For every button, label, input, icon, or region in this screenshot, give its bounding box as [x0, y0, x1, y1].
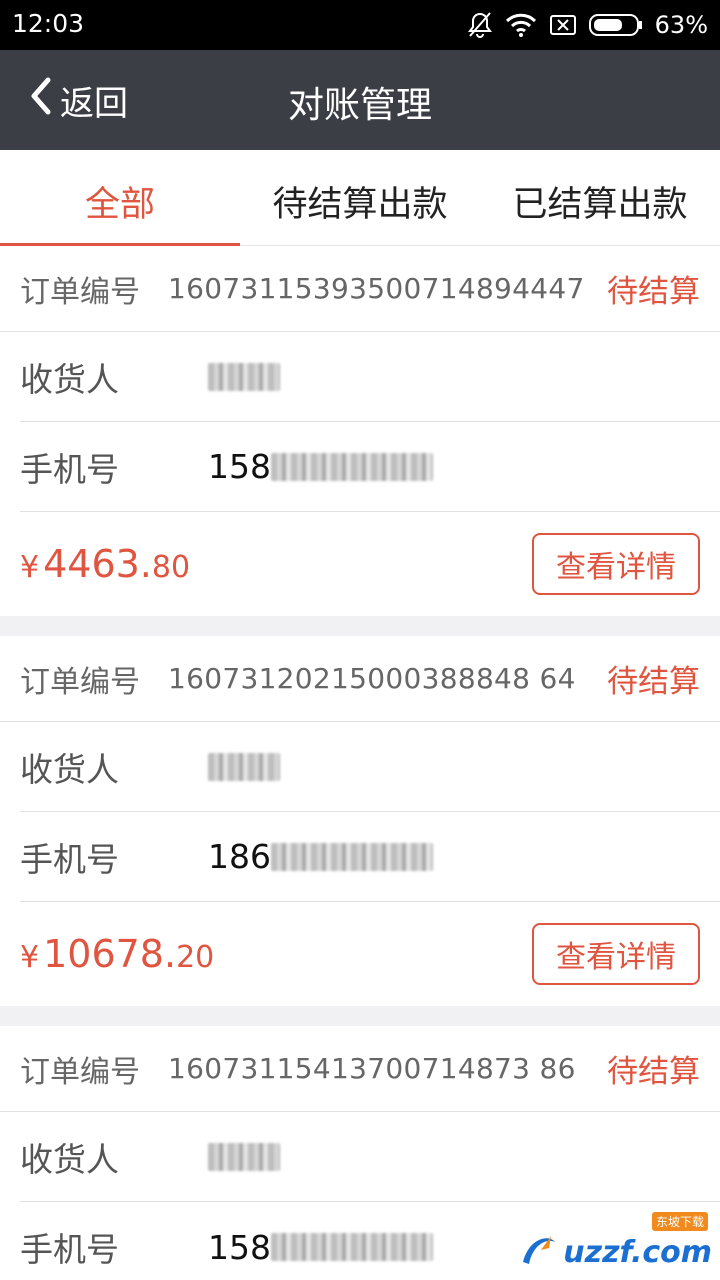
- phone-label: 手机号: [20, 839, 119, 879]
- phone-prefix: 158: [208, 1227, 271, 1267]
- amount-decimal: 80: [151, 550, 191, 585]
- watermark-text: uzzf.com: [563, 1234, 712, 1270]
- amount-decimal: 20: [176, 940, 215, 975]
- tab-all[interactable]: 全部: [0, 150, 240, 246]
- order-no-label: 订单编号: [20, 664, 140, 700]
- wifi-icon: [505, 12, 537, 38]
- receiver-row: 收货人: [20, 1112, 720, 1202]
- currency-symbol: ¥: [20, 550, 40, 585]
- watermark: uzzf.com 东坡下载: [519, 1212, 712, 1272]
- order-no: 16073120215000388848 64: [168, 662, 576, 695]
- receiver-name-redacted: [208, 752, 280, 781]
- phone-label: 手机号: [20, 449, 119, 489]
- status-badge: 待结算: [607, 274, 700, 310]
- back-label: 返回: [60, 84, 128, 124]
- order-amount: ¥ 4463. 80: [20, 542, 190, 586]
- amount-row: ¥ 4463. 80 查看详情: [0, 512, 720, 616]
- view-details-button[interactable]: 查看详情: [532, 923, 700, 985]
- tab-bar: 全部 待结算出款 已结算出款: [0, 150, 720, 246]
- order-no-label: 订单编号: [20, 274, 140, 310]
- receiver-label: 收货人: [20, 749, 119, 789]
- title-bar: 返回 对账管理: [0, 50, 720, 150]
- phone-label: 手机号: [20, 1230, 119, 1269]
- watermark-logo-icon: [519, 1232, 559, 1272]
- receiver-row: 收货人: [20, 722, 720, 812]
- currency-symbol: ¥: [20, 940, 40, 975]
- order-header: 订单编号 16073115413700714873 86 待结算: [0, 1026, 720, 1112]
- sim-x-icon: [549, 13, 577, 37]
- status-icons: 63%: [467, 8, 708, 42]
- order-no: 16073115393500714894447: [168, 272, 585, 305]
- watermark-badge: 东坡下载: [651, 1212, 708, 1231]
- order-no-label: 订单编号: [20, 1054, 140, 1090]
- order-list: 订单编号 16073115393500714894447 待结算 收货人 手机号…: [0, 246, 720, 1280]
- chevron-left-icon: [30, 77, 52, 124]
- back-button[interactable]: 返回: [30, 76, 128, 125]
- tab-settled[interactable]: 已结算出款: [480, 150, 720, 245]
- phone-row: 手机号 186: [20, 812, 720, 902]
- order-amount: ¥ 10678. 20: [20, 932, 214, 976]
- phone-redacted: [271, 1233, 433, 1261]
- order-card: 订单编号 16073120215000388848 64 待结算 收货人 手机号…: [0, 636, 720, 1026]
- phone-value: 186: [208, 837, 433, 876]
- amount-row: ¥ 10678. 20 查看详情: [0, 902, 720, 1006]
- battery-icon: [588, 13, 643, 37]
- amount-integer: 10678.: [43, 932, 177, 976]
- receiver-name-redacted: [208, 362, 280, 391]
- view-details-button[interactable]: 查看详情: [532, 533, 700, 595]
- phone-redacted: [271, 452, 433, 481]
- amount-integer: 4463.: [43, 542, 152, 586]
- order-card: 订单编号 16073115393500714894447 待结算 收货人 手机号…: [0, 246, 720, 636]
- order-header: 订单编号 16073120215000388848 64 待结算: [0, 636, 720, 722]
- status-badge: 待结算: [607, 664, 700, 700]
- status-time: 12:03: [12, 9, 85, 38]
- phone-value: 158: [208, 1228, 433, 1267]
- order-no: 16073115413700714873 86: [168, 1052, 576, 1085]
- battery-percent: 63%: [654, 11, 708, 39]
- phone-value: 158: [208, 447, 433, 486]
- status-badge: 待结算: [607, 1054, 700, 1090]
- phone-prefix: 186: [208, 837, 271, 876]
- receiver-label: 收货人: [20, 1139, 119, 1179]
- receiver-name-redacted: [208, 1142, 280, 1171]
- receiver-row: 收货人: [20, 332, 720, 422]
- bell-off-icon: [467, 11, 493, 39]
- phone-prefix: 158: [208, 447, 271, 486]
- status-bar: 12:03 63%: [0, 0, 720, 50]
- tab-pending-settlement[interactable]: 待结算出款: [240, 150, 480, 245]
- phone-redacted: [271, 842, 433, 871]
- order-header: 订单编号 16073115393500714894447 待结算: [0, 246, 720, 332]
- phone-row: 手机号 158: [20, 422, 720, 512]
- receiver-label: 收货人: [20, 359, 119, 399]
